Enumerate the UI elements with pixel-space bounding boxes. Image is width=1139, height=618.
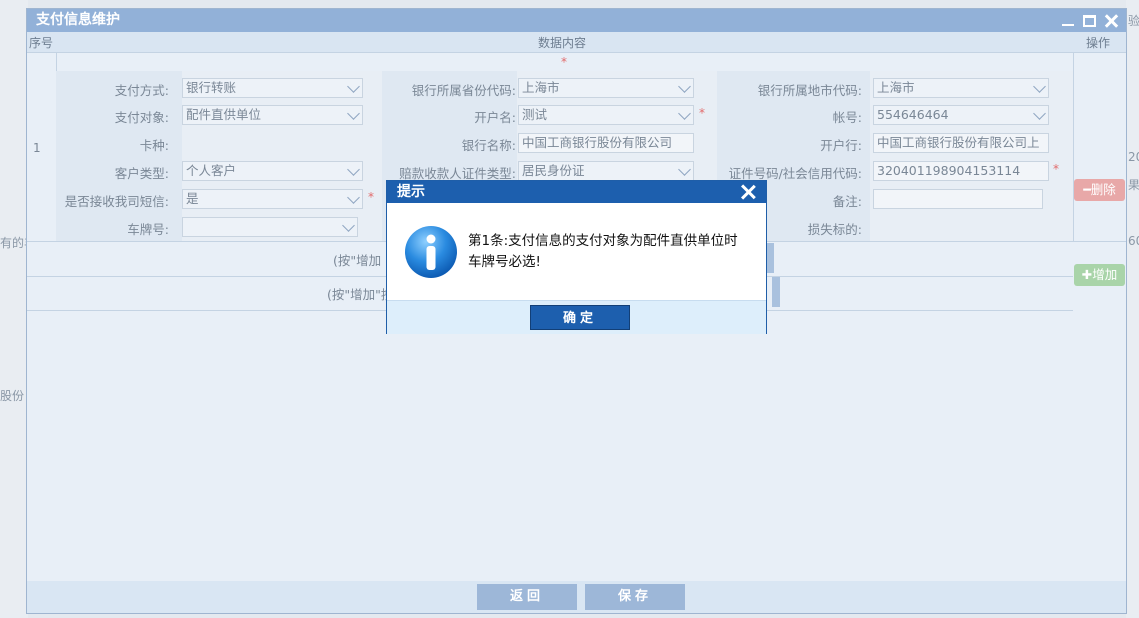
window-footer: 返回 保存: [27, 581, 1126, 613]
pay-method-label: 支付方式:: [114, 83, 169, 98]
pay-method-value: 银行转账: [186, 80, 237, 95]
id-number-field[interactable]: 320401198904153114: [873, 161, 1049, 181]
background-left-strip: [0, 0, 28, 618]
required-mark: *: [368, 190, 374, 204]
account-no-label: 帐号:: [832, 110, 862, 125]
plate-label: 车牌号:: [127, 222, 169, 237]
ok-button[interactable]: 确定: [530, 305, 630, 330]
account-name-label: 开户名:: [474, 110, 516, 125]
chevron-down-icon: [347, 191, 360, 204]
save-button[interactable]: 保存: [585, 584, 685, 610]
row-ops-cell: [1073, 53, 1127, 241]
bank-name-label: 银行名称:: [461, 138, 516, 153]
delete-button-label: 删除: [1090, 182, 1116, 197]
add-hint: (按"增加: [333, 253, 382, 268]
payee-id-type-value: 居民身份证: [522, 163, 585, 178]
chevron-down-icon: [1033, 107, 1046, 120]
background-text: 股份: [0, 389, 25, 403]
chevron-down-icon: [342, 219, 355, 232]
chevron-down-icon: [1033, 80, 1046, 93]
info-icon: [405, 226, 457, 278]
background-text: 20: [1128, 150, 1139, 164]
back-button[interactable]: 返回: [477, 584, 577, 610]
chevron-down-icon: [347, 163, 360, 176]
hint-row-button[interactable]: [772, 277, 780, 307]
column-header-seq: 序号: [29, 36, 54, 50]
window-title: 支付信息维护: [36, 12, 120, 28]
bank-city-label: 银行所属地市代码:: [757, 83, 862, 98]
chevron-down-icon: [678, 163, 691, 176]
required-mark: *: [1053, 162, 1059, 176]
bank-city-select[interactable]: 上海市: [873, 78, 1049, 98]
required-mark: *: [699, 106, 705, 120]
table-header: 序号 数据内容 操作: [27, 32, 1126, 53]
loss-target-label: 损失标的:: [807, 222, 862, 237]
minimize-icon[interactable]: [1061, 14, 1075, 28]
background-text: 果: [1128, 178, 1139, 192]
dialog-message-line: 车牌号必选!: [468, 254, 541, 270]
bank-province-label: 银行所属省份代码:: [411, 83, 516, 98]
required-mark: *: [561, 55, 567, 69]
card-type-label: 卡种:: [139, 138, 169, 153]
bank-name-field[interactable]: 中国工商银行股份有限公司: [518, 133, 694, 153]
maximize-icon[interactable]: [1083, 15, 1096, 27]
branch-label: 开户行:: [820, 138, 862, 153]
pay-target-select[interactable]: 配件直供单位: [182, 105, 363, 125]
add-button-label: 增加: [1092, 267, 1118, 282]
pay-target-value: 配件直供单位: [186, 107, 262, 122]
remark-label: 备注:: [832, 194, 862, 209]
chevron-down-icon: [678, 80, 691, 93]
column-header-data: 数据内容: [538, 36, 587, 50]
account-name-combo[interactable]: 测试: [518, 105, 694, 125]
account-no-combo[interactable]: 554646464: [873, 105, 1049, 125]
customer-type-select[interactable]: 个人客户: [182, 161, 363, 181]
add-hint: (按"增加"按: [327, 287, 394, 302]
row-number: 1: [33, 141, 41, 155]
column-header-ops: 操作: [1086, 36, 1111, 50]
dialog-title: 提示: [397, 184, 425, 200]
chevron-down-icon: [347, 80, 360, 93]
account-name-value: 测试: [522, 107, 548, 122]
sms-label: 是否接收我司短信:: [64, 194, 169, 209]
close-icon[interactable]: [740, 184, 756, 200]
customer-type-label: 客户类型:: [114, 166, 169, 181]
dialog-message-line: 第1条:支付信息的支付对象为配件直供单位时: [468, 233, 738, 249]
pay-target-label: 支付对象:: [114, 110, 169, 125]
customer-type-value: 个人客户: [186, 163, 237, 178]
payee-id-type-select[interactable]: 居民身份证: [518, 161, 694, 181]
hint-row-button[interactable]: [766, 243, 774, 273]
pay-method-select[interactable]: 银行转账: [182, 78, 363, 98]
background-text: 60: [1128, 234, 1139, 248]
add-button[interactable]: ✚增加: [1074, 264, 1125, 286]
background-text: 验: [1128, 14, 1139, 28]
row-seq-cell: 1: [27, 53, 57, 241]
plate-select[interactable]: [182, 217, 358, 237]
window-titlebar: 支付信息维护: [27, 9, 1126, 32]
dialog-message: 第1条:支付信息的支付对象为配件直供单位时 车牌号必选!: [468, 231, 758, 273]
bank-province-select[interactable]: 上海市: [518, 78, 694, 98]
dialog-footer: 确定: [387, 300, 766, 334]
background-right-strip: [1126, 0, 1139, 618]
sms-value: 是: [186, 191, 199, 206]
chevron-down-icon: [347, 107, 360, 120]
remark-field[interactable]: [873, 189, 1043, 209]
account-no-value: 554646464: [877, 107, 949, 122]
chevron-down-icon: [678, 107, 691, 120]
bank-city-value: 上海市: [877, 80, 915, 95]
branch-field[interactable]: 中国工商银行股份有限公司上: [873, 133, 1049, 153]
alert-dialog: 提示 第1条:支付信息的支付对象为配件直供单位时 车牌号必选! 确定: [386, 180, 767, 334]
delete-button[interactable]: ━删除: [1074, 179, 1125, 201]
close-icon[interactable]: [1104, 14, 1118, 28]
sms-select[interactable]: 是: [182, 189, 363, 209]
dialog-titlebar: 提示: [387, 181, 766, 203]
bank-province-value: 上海市: [522, 80, 560, 95]
